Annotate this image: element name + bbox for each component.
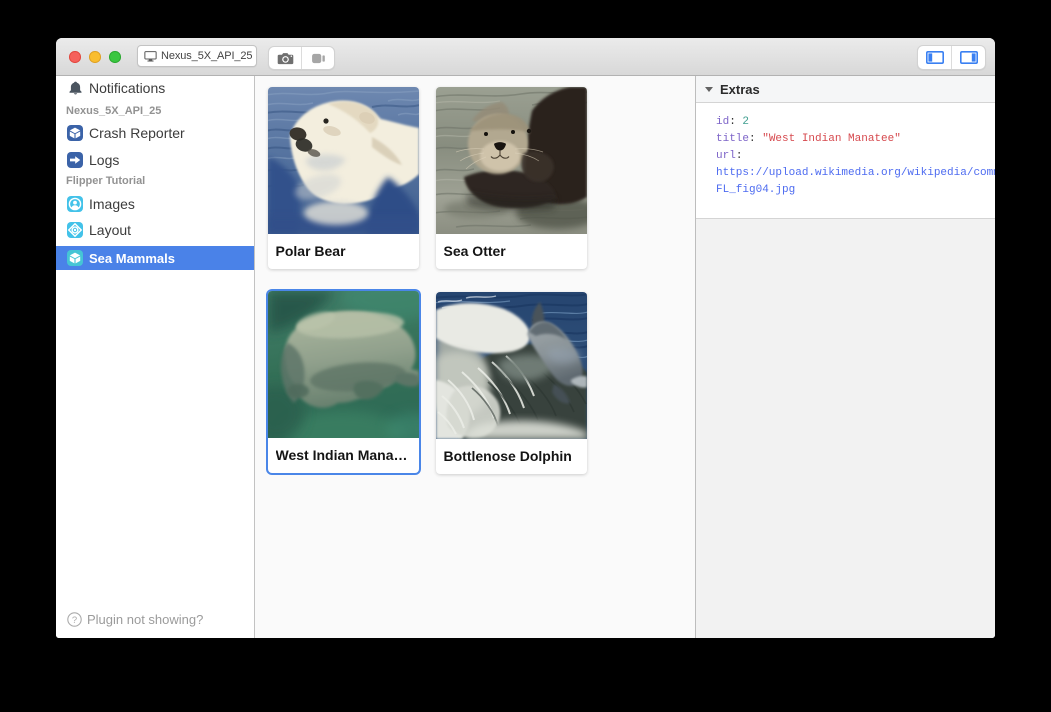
svg-text:?: ? [72, 615, 77, 626]
